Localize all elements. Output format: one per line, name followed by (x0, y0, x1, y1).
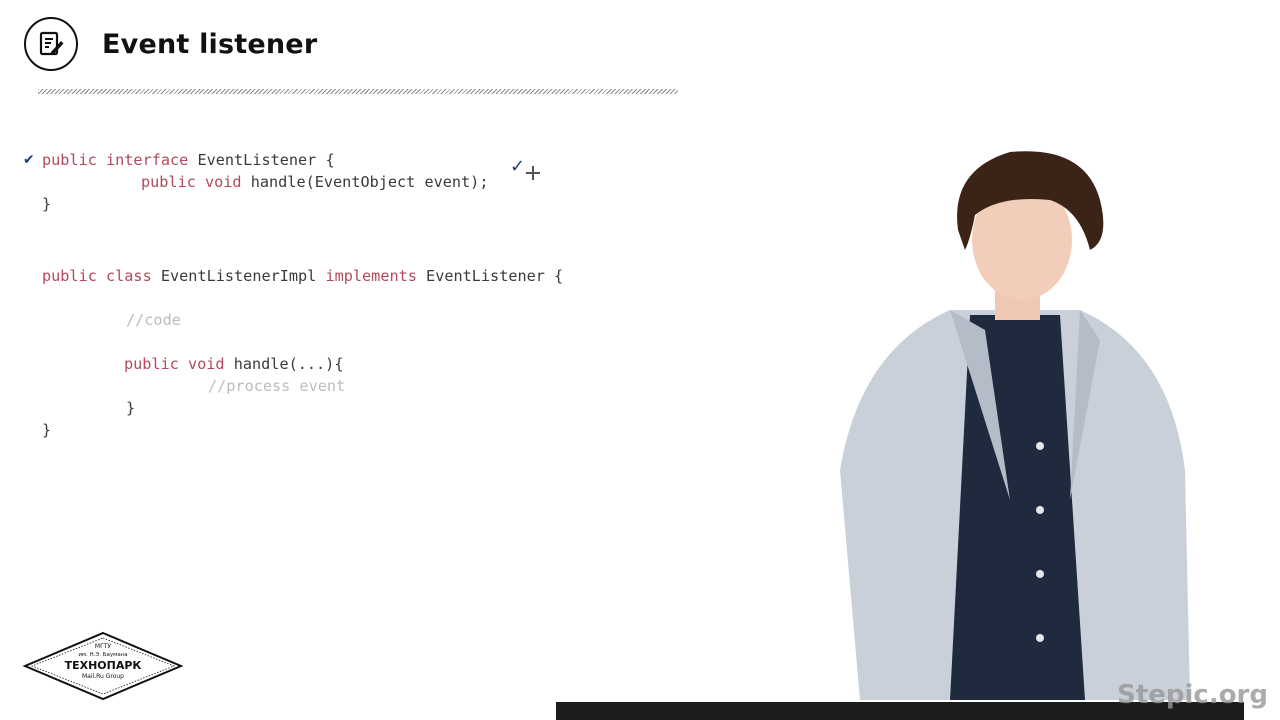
code-line: public void handle(EventObject event); (141, 172, 488, 192)
checkmark-icon: ✔ (23, 152, 35, 168)
code-line: } (42, 420, 51, 440)
code-text: } (42, 421, 52, 439)
title-divider (38, 89, 678, 94)
code-text: EventListenerImpl (151, 267, 326, 285)
code-line: public class EventListenerImpl implement… (42, 266, 563, 286)
slide-title: Event listener (102, 28, 318, 60)
edit-note-icon (24, 17, 78, 71)
code-text: handle(EventObject event); (241, 173, 489, 191)
code-line: //process event (208, 376, 345, 396)
crosshair-cursor-icon (526, 166, 540, 180)
code-keyword: implements (325, 267, 417, 285)
technopark-logo: МГТУ им. Н.Э. Баумана ТЕХНОПАРК Mail.Ru … (22, 631, 184, 701)
logo-line1: МГТУ (95, 643, 112, 650)
code-text: EventListener { (188, 151, 335, 169)
code-text: EventListener { (416, 267, 564, 285)
code-line: public void handle(...){ (124, 354, 343, 374)
code-text: handle(...){ (224, 355, 344, 373)
code-keyword: public void (124, 355, 225, 373)
slide-header: Event listener (24, 14, 317, 74)
code-keyword: public class (42, 267, 152, 285)
logo-line3: ТЕХНОПАРК (65, 659, 142, 672)
watermark: Stepic.org (1117, 680, 1268, 710)
code-line: } (126, 398, 135, 418)
pen-annotation: ✓ (510, 156, 526, 177)
code-comment: //process event (208, 377, 346, 395)
presenter-image (840, 151, 1190, 700)
code-line: public interface EventListener { (42, 150, 335, 170)
logo-line2: им. Н.Э. Баумана (78, 652, 127, 658)
code-line: } (42, 194, 51, 214)
code-line: //code (126, 310, 181, 330)
code-text: } (126, 399, 136, 417)
code-keyword: public void (141, 173, 242, 191)
code-comment: //code (126, 311, 181, 329)
logo-line4: Mail.Ru Group (82, 673, 124, 680)
code-text: } (42, 195, 52, 213)
code-keyword: public interface (42, 151, 189, 169)
